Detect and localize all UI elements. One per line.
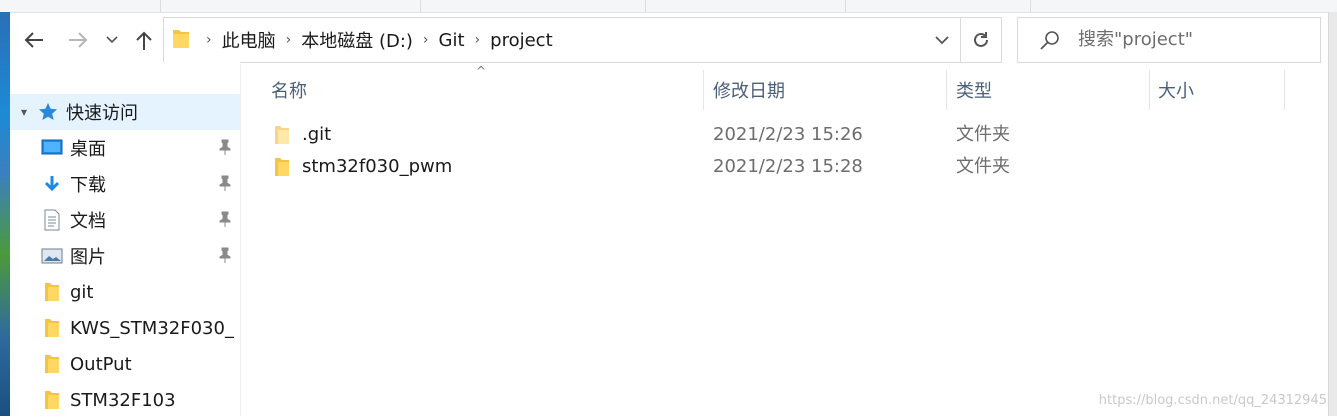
crumb-project[interactable]: project bbox=[486, 30, 556, 51]
column-divider[interactable] bbox=[703, 70, 704, 110]
up-button[interactable] bbox=[132, 28, 156, 52]
nav-label: 快速访问 bbox=[66, 103, 138, 124]
nav-label: 下载 bbox=[70, 175, 106, 196]
back-arrow-icon bbox=[24, 32, 43, 48]
pin-icon[interactable] bbox=[218, 139, 234, 157]
breadcrumb: › 此电脑 › 本地磁盘 (D:) › Git › project bbox=[164, 18, 557, 62]
column-label: 类型 bbox=[956, 81, 992, 102]
file-name: .git bbox=[302, 124, 332, 145]
crumb-drive-d[interactable]: 本地磁盘 (D:) bbox=[297, 27, 417, 53]
file-type: 文件夹 bbox=[956, 124, 1010, 145]
nav-item-output[interactable]: OutPut bbox=[10, 346, 240, 382]
nav-item-git[interactable]: git bbox=[10, 274, 240, 310]
pin-icon[interactable] bbox=[218, 175, 234, 193]
folder-icon bbox=[274, 157, 290, 182]
folder-icon bbox=[40, 281, 64, 303]
file-modified: 2021/2/23 15:26 bbox=[713, 124, 863, 145]
chevron-down-icon bbox=[106, 36, 118, 44]
chevron-right-icon[interactable]: › bbox=[280, 32, 298, 48]
file-row[interactable]: .git 2021/2/23 15:26 文件夹 bbox=[262, 119, 1292, 151]
chevron-right-icon[interactable]: › bbox=[200, 32, 218, 48]
column-divider[interactable] bbox=[1284, 70, 1285, 110]
nav-label: 图片 bbox=[70, 247, 106, 268]
nav-item-pictures[interactable]: 图片 bbox=[10, 238, 240, 274]
column-header-type[interactable]: 类型 bbox=[956, 68, 1146, 112]
column-header-modified[interactable]: 修改日期 bbox=[713, 68, 943, 112]
file-explorer-window: › 此电脑 › 本地磁盘 (D:) › Git › project 搜索"pro… bbox=[0, 0, 1337, 416]
navigation-pane: ▾ 快速访问 桌面 下载 文档 图片 git KWS_STM32F030_ Ou… bbox=[10, 62, 241, 416]
nav-item-downloads[interactable]: 下载 bbox=[10, 166, 240, 202]
nav-label: 文档 bbox=[70, 211, 106, 232]
folder-icon bbox=[40, 389, 64, 411]
ribbon-strip bbox=[0, 0, 1337, 13]
file-type: 文件夹 bbox=[956, 156, 1010, 177]
nav-item-documents[interactable]: 文档 bbox=[10, 202, 240, 238]
nav-item-desktop[interactable]: 桌面 bbox=[10, 130, 240, 166]
pictures-icon bbox=[40, 245, 64, 267]
nav-item-kws-stm32f030[interactable]: KWS_STM32F030_ bbox=[10, 310, 240, 346]
nav-label: OutPut bbox=[70, 353, 132, 375]
refresh-button[interactable] bbox=[960, 18, 1001, 62]
chevron-right-icon[interactable]: › bbox=[417, 32, 435, 48]
star-icon bbox=[36, 101, 60, 123]
nav-label: 桌面 bbox=[70, 139, 106, 160]
folder-icon bbox=[274, 125, 290, 150]
refresh-icon bbox=[974, 32, 988, 47]
file-name: stm32f030_pwm bbox=[302, 156, 453, 177]
column-divider[interactable] bbox=[946, 70, 947, 110]
back-button[interactable] bbox=[22, 28, 46, 52]
column-label: 名称 bbox=[271, 81, 307, 102]
nav-label: KWS_STM32F030_ bbox=[70, 317, 234, 339]
column-divider[interactable] bbox=[1149, 70, 1150, 110]
nav-label: STM32F103 bbox=[70, 389, 176, 411]
crumb-git[interactable]: Git bbox=[435, 30, 469, 51]
file-row[interactable]: stm32f030_pwm 2021/2/23 15:28 文件夹 bbox=[262, 151, 1292, 183]
nav-label: git bbox=[70, 281, 94, 303]
column-label: 修改日期 bbox=[713, 81, 785, 102]
folder-icon bbox=[172, 27, 190, 54]
folder-icon bbox=[40, 317, 64, 339]
search-icon bbox=[1040, 31, 1059, 50]
watermark: https://blog.csdn.net/qq_24312945 bbox=[1098, 393, 1327, 408]
chevron-right-icon[interactable]: › bbox=[469, 32, 487, 48]
column-header-name[interactable]: 名称 bbox=[271, 68, 701, 112]
desktop-background bbox=[0, 12, 10, 416]
vertical-scrollbar[interactable] bbox=[1328, 12, 1337, 416]
column-label: 大小 bbox=[1158, 81, 1194, 102]
up-arrow-icon bbox=[136, 31, 152, 50]
address-dropdown-button[interactable] bbox=[924, 18, 960, 62]
nav-item-stm32f103[interactable]: STM32F103 bbox=[10, 382, 240, 418]
crumb-this-pc[interactable]: 此电脑 bbox=[218, 27, 280, 53]
document-icon bbox=[40, 209, 64, 231]
pin-icon[interactable] bbox=[218, 247, 234, 265]
chevron-down-icon bbox=[935, 36, 949, 45]
recent-locations-button[interactable] bbox=[102, 28, 122, 52]
column-header-size[interactable]: 大小 bbox=[1158, 68, 1278, 112]
forward-arrow-icon bbox=[69, 32, 88, 48]
search-box[interactable]: 搜索"project" bbox=[1017, 17, 1321, 63]
address-bar[interactable]: › 此电脑 › 本地磁盘 (D:) › Git › project bbox=[163, 17, 1002, 63]
desktop-icon bbox=[40, 137, 64, 159]
forward-button[interactable] bbox=[66, 28, 90, 52]
search-placeholder: 搜索"project" bbox=[1078, 29, 1194, 50]
nav-quick-access[interactable]: ▾ 快速访问 bbox=[10, 94, 240, 130]
pin-icon[interactable] bbox=[218, 211, 234, 229]
folder-icon bbox=[40, 353, 64, 375]
expand-chevron-icon[interactable]: ▾ bbox=[12, 105, 36, 119]
download-icon bbox=[40, 173, 64, 195]
file-modified: 2021/2/23 15:28 bbox=[713, 156, 863, 177]
